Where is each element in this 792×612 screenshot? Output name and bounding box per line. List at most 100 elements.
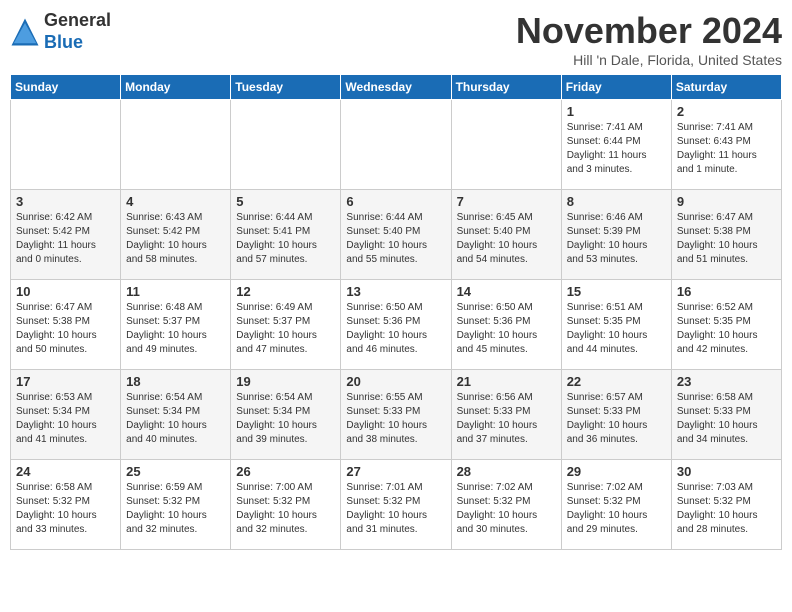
day-number: 10 — [16, 284, 115, 299]
day-number: 13 — [346, 284, 445, 299]
calendar-cell: 16 Sunrise: 6:52 AM Sunset: 5:35 PM Dayli… — [671, 280, 781, 370]
calendar-cell — [451, 100, 561, 190]
day-number: 21 — [457, 374, 556, 389]
day-number: 29 — [567, 464, 666, 479]
day-of-week-header: Sunday — [11, 75, 121, 100]
logo-icon — [10, 17, 40, 47]
day-number: 16 — [677, 284, 776, 299]
day-number: 27 — [346, 464, 445, 479]
calendar-cell — [231, 100, 341, 190]
logo-text: General Blue — [44, 10, 111, 53]
calendar-cell: 19 Sunrise: 6:54 AM Sunset: 5:34 PM Dayli… — [231, 370, 341, 460]
calendar-cell — [341, 100, 451, 190]
day-info: Sunrise: 6:44 AM Sunset: 5:40 PM Dayligh… — [346, 211, 445, 267]
calendar-cell: 21 Sunrise: 6:56 AM Sunset: 5:33 PM Dayli… — [451, 370, 561, 460]
day-number: 24 — [16, 464, 115, 479]
calendar-cell: 7Sunrise: 6:45 AM Sunset: 5:40 PM Daylig… — [451, 190, 561, 280]
day-of-week-header: Monday — [121, 75, 231, 100]
day-number: 1 — [567, 104, 666, 119]
day-number: 11 — [126, 284, 225, 299]
day-info: Sunrise: 6:58 AM Sunset: 5:33 PM Dayligh… — [677, 391, 776, 447]
day-number: 8 — [567, 194, 666, 209]
calendar-cell: 24 Sunrise: 6:58 AM Sunset: 5:32 PM Dayli… — [11, 460, 121, 550]
page-header: General Blue November 2024 Hill 'n Dale,… — [10, 10, 782, 68]
day-number: 30 — [677, 464, 776, 479]
calendar-cell: 27 Sunrise: 7:01 AM Sunset: 5:32 PM Dayli… — [341, 460, 451, 550]
day-number: 14 — [457, 284, 556, 299]
day-info: Sunrise: 6:43 AM Sunset: 5:42 PM Dayligh… — [126, 211, 225, 267]
calendar-cell: 26 Sunrise: 7:00 AM Sunset: 5:32 PM Dayli… — [231, 460, 341, 550]
day-of-week-header: Friday — [561, 75, 671, 100]
calendar-cell: 13Sunrise: 6:50 AM Sunset: 5:36 PM Dayli… — [341, 280, 451, 370]
day-number: 26 — [236, 464, 335, 479]
day-info: Sunrise: 6:44 AM Sunset: 5:41 PM Dayligh… — [236, 211, 335, 267]
day-number: 28 — [457, 464, 556, 479]
calendar-cell: 22 Sunrise: 6:57 AM Sunset: 5:33 PM Dayli… — [561, 370, 671, 460]
day-info: Sunrise: 6:45 AM Sunset: 5:40 PM Dayligh… — [457, 211, 556, 267]
day-number: 23 — [677, 374, 776, 389]
day-info: Sunrise: 7:41 AM Sunset: 6:43 PM Dayligh… — [677, 121, 776, 177]
day-number: 3 — [16, 194, 115, 209]
day-number: 4 — [126, 194, 225, 209]
day-number: 20 — [346, 374, 445, 389]
day-number: 6 — [346, 194, 445, 209]
day-of-week-header: Thursday — [451, 75, 561, 100]
calendar-cell: 2Sunrise: 7:41 AM Sunset: 6:43 PM Daylig… — [671, 100, 781, 190]
day-info: Sunrise: 7:01 AM Sunset: 5:32 PM Dayligh… — [346, 481, 445, 537]
calendar-cell: 3 Sunrise: 6:42 AM Sunset: 5:42 PM Daylig… — [11, 190, 121, 280]
day-number: 5 — [236, 194, 335, 209]
day-info: Sunrise: 6:56 AM Sunset: 5:33 PM Dayligh… — [457, 391, 556, 447]
calendar-cell: 12 Sunrise: 6:49 AM Sunset: 5:37 PM Dayli… — [231, 280, 341, 370]
day-info: Sunrise: 6:53 AM Sunset: 5:34 PM Dayligh… — [16, 391, 115, 447]
day-number: 18 — [126, 374, 225, 389]
day-number: 22 — [567, 374, 666, 389]
calendar-cell: 4 Sunrise: 6:43 AM Sunset: 5:42 PM Daylig… — [121, 190, 231, 280]
day-info: Sunrise: 6:42 AM Sunset: 5:42 PM Dayligh… — [16, 211, 115, 267]
calendar-cell: 11 Sunrise: 6:48 AM Sunset: 5:37 PM Dayli… — [121, 280, 231, 370]
calendar-cell: 29 Sunrise: 7:02 AM Sunset: 5:32 PM Dayli… — [561, 460, 671, 550]
logo: General Blue — [10, 10, 111, 53]
day-info: Sunrise: 6:47 AM Sunset: 5:38 PM Dayligh… — [16, 301, 115, 357]
calendar-cell: 8 Sunrise: 6:46 AM Sunset: 5:39 PM Daylig… — [561, 190, 671, 280]
calendar-cell: 9 Sunrise: 6:47 AM Sunset: 5:38 PM Daylig… — [671, 190, 781, 280]
location: Hill 'n Dale, Florida, United States — [516, 52, 782, 68]
calendar-cell: 18Sunrise: 6:54 AM Sunset: 5:34 PM Dayli… — [121, 370, 231, 460]
day-info: Sunrise: 6:49 AM Sunset: 5:37 PM Dayligh… — [236, 301, 335, 357]
day-info: Sunrise: 6:46 AM Sunset: 5:39 PM Dayligh… — [567, 211, 666, 267]
calendar-body: 1Sunrise: 7:41 AM Sunset: 6:44 PM Daylig… — [11, 100, 782, 550]
day-info: Sunrise: 6:50 AM Sunset: 5:36 PM Dayligh… — [457, 301, 556, 357]
calendar-cell: 10 Sunrise: 6:47 AM Sunset: 5:38 PM Dayli… — [11, 280, 121, 370]
calendar-cell: 30 Sunrise: 7:03 AM Sunset: 5:32 PM Dayli… — [671, 460, 781, 550]
day-info: Sunrise: 7:00 AM Sunset: 5:32 PM Dayligh… — [236, 481, 335, 537]
day-number: 12 — [236, 284, 335, 299]
day-info: Sunrise: 6:51 AM Sunset: 5:35 PM Dayligh… — [567, 301, 666, 357]
day-info: Sunrise: 6:58 AM Sunset: 5:32 PM Dayligh… — [16, 481, 115, 537]
calendar-week-row: 3 Sunrise: 6:42 AM Sunset: 5:42 PM Daylig… — [11, 190, 782, 280]
calendar-cell — [11, 100, 121, 190]
day-number: 19 — [236, 374, 335, 389]
day-info: Sunrise: 6:59 AM Sunset: 5:32 PM Dayligh… — [126, 481, 225, 537]
day-info: Sunrise: 6:57 AM Sunset: 5:33 PM Dayligh… — [567, 391, 666, 447]
calendar-cell: 20 Sunrise: 6:55 AM Sunset: 5:33 PM Dayli… — [341, 370, 451, 460]
calendar-cell: 23 Sunrise: 6:58 AM Sunset: 5:33 PM Dayli… — [671, 370, 781, 460]
day-of-week-header: Wednesday — [341, 75, 451, 100]
day-info: Sunrise: 6:47 AM Sunset: 5:38 PM Dayligh… — [677, 211, 776, 267]
calendar-cell: 15Sunrise: 6:51 AM Sunset: 5:35 PM Dayli… — [561, 280, 671, 370]
day-number: 25 — [126, 464, 225, 479]
calendar-cell: 6 Sunrise: 6:44 AM Sunset: 5:40 PM Daylig… — [341, 190, 451, 280]
calendar-week-row: 1Sunrise: 7:41 AM Sunset: 6:44 PM Daylig… — [11, 100, 782, 190]
day-info: Sunrise: 7:03 AM Sunset: 5:32 PM Dayligh… — [677, 481, 776, 537]
title-area: November 2024 Hill 'n Dale, Florida, Uni… — [516, 10, 782, 68]
calendar-cell: 17Sunrise: 6:53 AM Sunset: 5:34 PM Dayli… — [11, 370, 121, 460]
day-info: Sunrise: 6:48 AM Sunset: 5:37 PM Dayligh… — [126, 301, 225, 357]
day-info: Sunrise: 6:55 AM Sunset: 5:33 PM Dayligh… — [346, 391, 445, 447]
calendar-header: SundayMondayTuesdayWednesdayThursdayFrid… — [11, 75, 782, 100]
day-info: Sunrise: 6:52 AM Sunset: 5:35 PM Dayligh… — [677, 301, 776, 357]
calendar-cell: 1Sunrise: 7:41 AM Sunset: 6:44 PM Daylig… — [561, 100, 671, 190]
day-info: Sunrise: 6:54 AM Sunset: 5:34 PM Dayligh… — [236, 391, 335, 447]
calendar-cell — [121, 100, 231, 190]
month-title: November 2024 — [516, 10, 782, 52]
day-number: 9 — [677, 194, 776, 209]
calendar-cell: 5 Sunrise: 6:44 AM Sunset: 5:41 PM Daylig… — [231, 190, 341, 280]
day-info: Sunrise: 7:02 AM Sunset: 5:32 PM Dayligh… — [567, 481, 666, 537]
